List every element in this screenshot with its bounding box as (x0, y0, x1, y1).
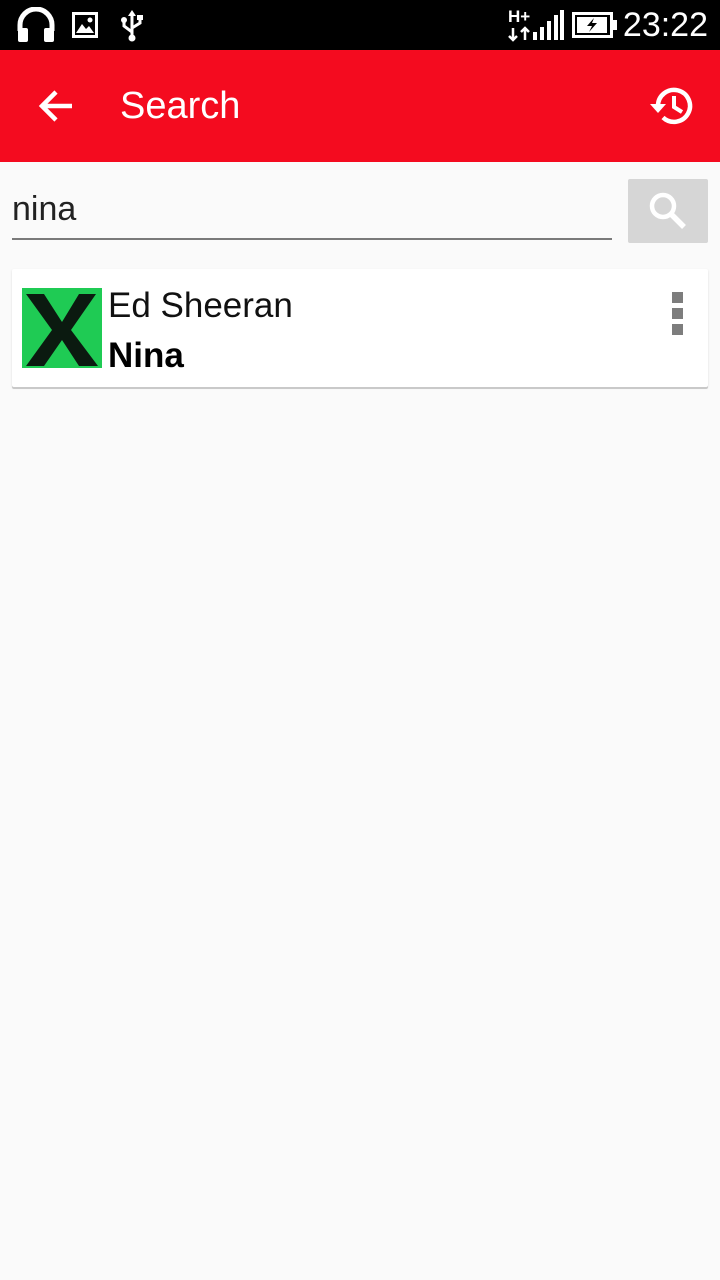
image-icon (72, 12, 98, 38)
app-bar: Search (0, 50, 720, 162)
search-input[interactable] (12, 178, 612, 240)
history-button[interactable] (642, 76, 702, 136)
more-vert-dot (671, 307, 683, 319)
data-arrows-icon (508, 26, 530, 42)
result-title: Nina (108, 336, 184, 375)
album-cover (22, 288, 102, 368)
back-button[interactable] (26, 76, 86, 136)
headphones-icon (17, 7, 55, 42)
result-artist: Ed Sheeran (108, 286, 293, 325)
search-result-item[interactable]: Ed Sheeran Nina (12, 269, 708, 387)
more-vert-dot (671, 323, 683, 335)
more-options-button[interactable] (660, 281, 694, 345)
album-cover-x (22, 288, 102, 368)
network-type-label: H+ (508, 7, 531, 26)
history-icon (650, 87, 693, 125)
page-title: Search (120, 85, 241, 127)
status-bar: H+ 23:22 (0, 0, 720, 50)
battery-charging-icon (572, 12, 617, 38)
signal-icon (533, 10, 564, 40)
search-icon (649, 192, 686, 229)
more-vert-icon (671, 291, 683, 303)
search-row (12, 178, 708, 243)
search-button[interactable] (628, 179, 708, 243)
usb-icon (121, 10, 143, 42)
arrow-back-icon (38, 90, 72, 122)
status-time: 23:22 (622, 6, 708, 44)
